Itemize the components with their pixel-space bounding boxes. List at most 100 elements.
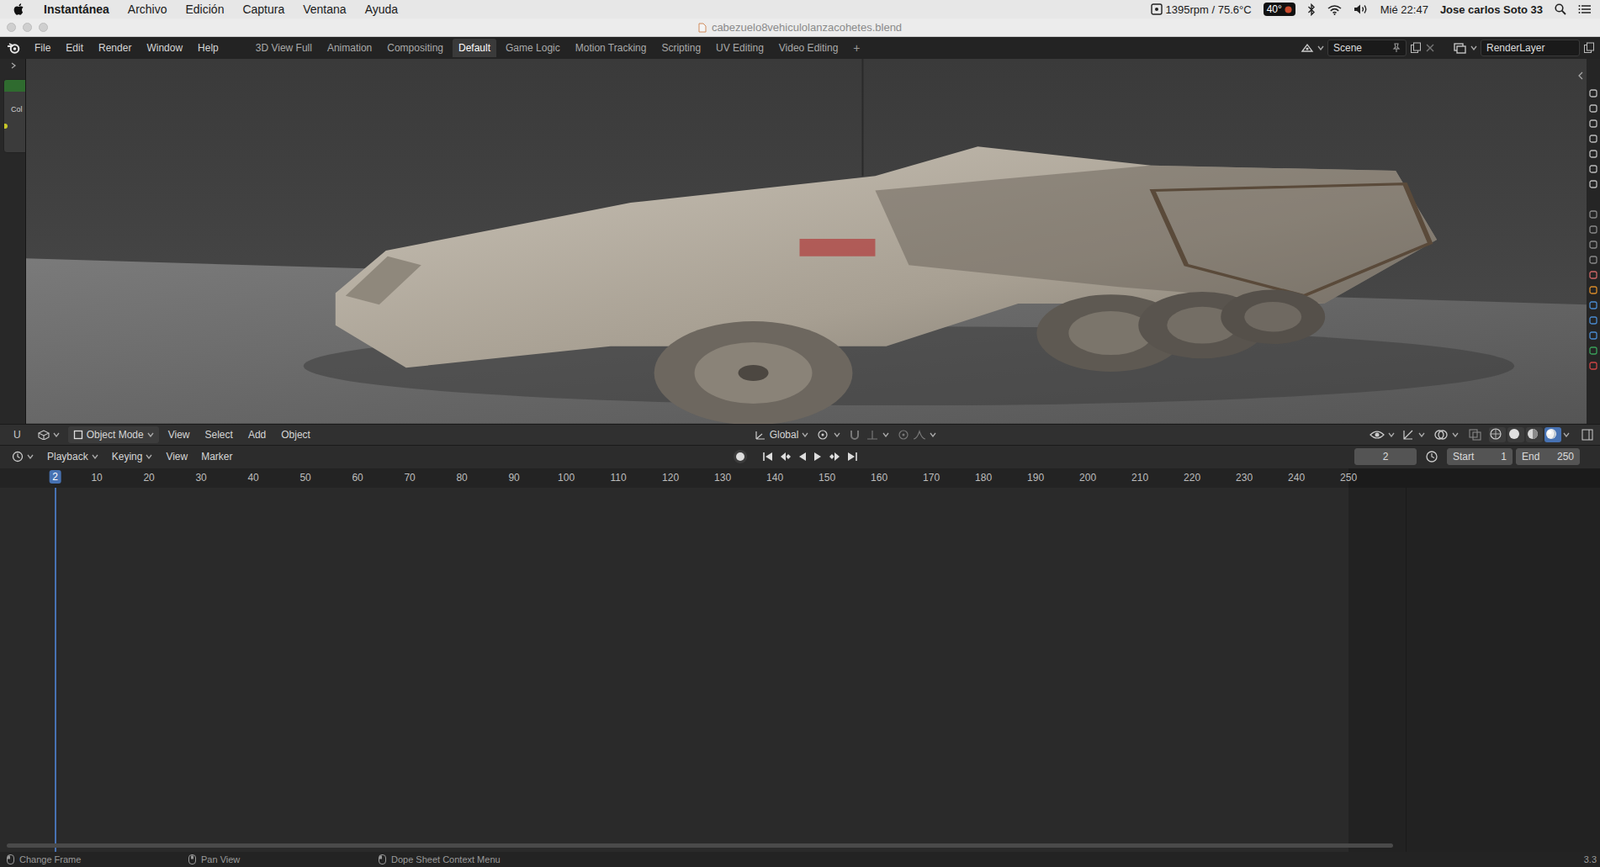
collapse-sidebar-icon[interactable] (1576, 70, 1585, 81)
close-button[interactable] (6, 22, 16, 32)
xray-icon[interactable] (1468, 429, 1483, 441)
apple-icon[interactable] (13, 2, 26, 16)
properties-tab-icon[interactable] (1589, 346, 1598, 355)
dropdown-arrow-icon[interactable] (1388, 432, 1395, 438)
dropdown-arrow-icon[interactable] (1470, 45, 1478, 51)
new-render-layer-icon[interactable] (1583, 42, 1595, 54)
properties-tab-icon[interactable] (1589, 301, 1598, 310)
snap-target-icon[interactable] (865, 429, 880, 441)
properties-tab-icon[interactable] (1589, 210, 1598, 219)
new-scene-icon[interactable] (1409, 42, 1422, 54)
dropdown-arrow-icon[interactable] (929, 432, 937, 438)
record-icon[interactable] (733, 450, 748, 464)
collapse-arrow-icon[interactable] (10, 61, 19, 70)
timeline-menu[interactable]: View (160, 448, 193, 466)
proportional-edit-icon[interactable] (897, 429, 910, 441)
properties-tab-icon[interactable] (1589, 104, 1598, 113)
dropdown-arrow-icon[interactable] (91, 454, 99, 460)
jump-end-icon[interactable] (846, 451, 859, 462)
dropdown-arrow-icon[interactable] (882, 432, 890, 438)
render-layer-icon[interactable] (1453, 42, 1468, 54)
end-frame-field[interactable]: End250 (1515, 448, 1580, 466)
workspace-tab[interactable]: 3D View Full (249, 38, 318, 58)
properties-tab-icon[interactable] (1589, 286, 1598, 295)
visibility-icon[interactable] (1369, 429, 1385, 441)
pivot-icon[interactable] (816, 429, 831, 441)
jump-start-icon[interactable] (762, 451, 774, 462)
menu-item[interactable]: Captura (242, 2, 285, 16)
workspace-tab[interactable]: Compositing (381, 38, 450, 58)
menu-item[interactable]: Edición (185, 2, 225, 16)
dropdown-arrow-icon[interactable] (1451, 432, 1459, 438)
workspace-tab[interactable]: Video Editing (773, 38, 845, 58)
fan-monitor[interactable]: 1395rpm / 75.6°C (1150, 3, 1252, 16)
wireframe-shading-icon[interactable] (1488, 427, 1506, 443)
viewport-menu[interactable]: View (162, 425, 197, 445)
minimize-button[interactable] (22, 22, 32, 32)
sidebar-toggle-icon[interactable] (1581, 429, 1594, 441)
horizontal-scrollbar[interactable] (6, 843, 1394, 848)
menu-item[interactable]: Ventana (302, 2, 346, 16)
top-menu[interactable]: Window (140, 38, 189, 58)
overlay-icon[interactable] (1433, 429, 1449, 441)
node[interactable]: Col (3, 79, 27, 154)
workspace-tab[interactable]: Default (452, 38, 497, 58)
zoom-button[interactable] (38, 22, 48, 32)
properties-tab-icon[interactable] (1589, 89, 1598, 98)
prev-keyframe-icon[interactable] (778, 451, 793, 462)
properties-tab-icon[interactable] (1589, 180, 1598, 189)
play-reverse-icon[interactable] (797, 451, 808, 462)
dropdown-arrow-icon[interactable] (801, 432, 809, 438)
next-keyframe-icon[interactable] (827, 451, 842, 462)
solid-shading-icon[interactable] (1507, 427, 1525, 443)
render-viewport[interactable] (26, 58, 1587, 424)
timeline-body[interactable] (0, 487, 1600, 853)
properties-tab-icon[interactable] (1589, 134, 1598, 144)
mode-selector[interactable]: Object Mode (68, 426, 159, 444)
properties-tab-icon[interactable] (1589, 270, 1598, 280)
search-icon[interactable] (1554, 3, 1567, 16)
user-name[interactable]: Jose carlos Soto 33 (1440, 3, 1543, 16)
properties-tab-icon[interactable] (1589, 331, 1598, 340)
top-menu[interactable]: Render (92, 38, 138, 58)
add-workspace-button[interactable]: + (847, 37, 866, 59)
snap-icon[interactable] (848, 429, 863, 441)
material-shading-icon[interactable] (1525, 427, 1543, 443)
properties-tab-icon[interactable] (1589, 119, 1598, 128)
volume-icon[interactable] (1353, 3, 1369, 16)
editor-type-menu[interactable] (32, 427, 65, 443)
pin-icon[interactable] (1392, 42, 1401, 53)
workspace-tab[interactable]: Motion Tracking (569, 38, 653, 58)
viewport-menu[interactable]: Select (199, 425, 239, 445)
playhead[interactable]: 2 (48, 470, 62, 484)
properties-tab-icon[interactable] (1589, 316, 1598, 325)
render-layer-field[interactable]: RenderLayer (1480, 39, 1580, 57)
editor-letter[interactable]: U (6, 429, 30, 441)
properties-tab-icon[interactable] (1589, 149, 1598, 159)
notification-list-icon[interactable] (1578, 4, 1592, 15)
dropdown-arrow-icon[interactable] (1562, 432, 1570, 438)
top-menu[interactable]: Edit (59, 38, 90, 58)
current-frame-field[interactable]: 2 (1354, 448, 1417, 466)
properties-tab-icon[interactable] (1589, 255, 1598, 265)
scene-field[interactable]: Scene (1327, 39, 1407, 57)
properties-tab-icon[interactable] (1589, 361, 1598, 371)
start-frame-field[interactable]: Start1 (1446, 448, 1513, 466)
properties-tab-icon[interactable] (1589, 240, 1598, 250)
blender-logo-icon[interactable] (6, 42, 21, 54)
top-menu[interactable]: Help (191, 38, 225, 58)
menu-item[interactable]: Archivo (127, 2, 168, 16)
workspace-tab[interactable]: Scripting (655, 38, 707, 58)
viewport-menu[interactable]: Object (275, 425, 317, 445)
editor-type-menu[interactable] (6, 448, 39, 466)
dropdown-arrow-icon[interactable] (26, 454, 34, 460)
temperature-badge[interactable]: 40° (1263, 2, 1296, 16)
transform-orientation[interactable]: Global (749, 426, 815, 444)
dropdown-arrow-icon[interactable] (1418, 432, 1426, 438)
frame-ruler[interactable]: 1020304050607080901001101201301401501601… (0, 468, 1600, 488)
dropdown-arrow-icon[interactable] (147, 432, 154, 438)
falloff-icon[interactable] (912, 429, 927, 441)
preview-range-icon[interactable] (1425, 450, 1439, 464)
app-name[interactable]: Instantánea (43, 2, 110, 16)
dropdown-arrow-icon[interactable] (1317, 45, 1325, 51)
